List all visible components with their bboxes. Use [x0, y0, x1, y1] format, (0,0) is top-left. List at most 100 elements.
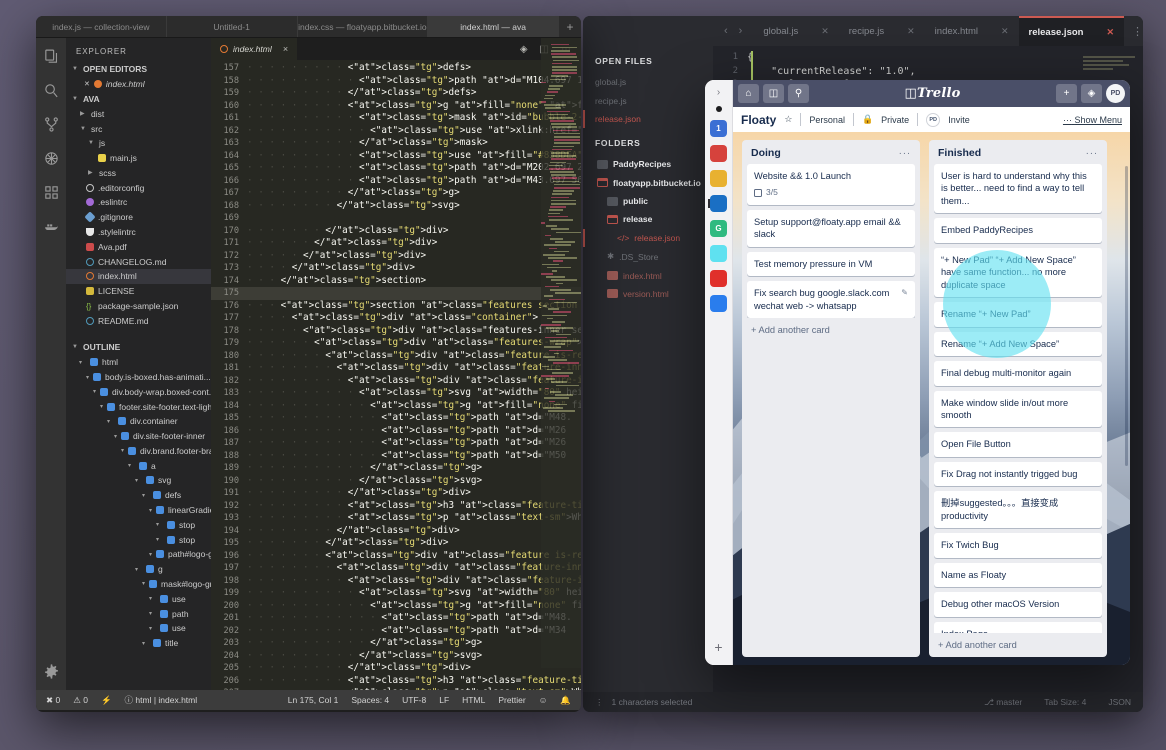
code-line[interactable]: 202 · · · · · · · · · · · · <"at">class="…: [211, 625, 581, 638]
outline-item[interactable]: ▾ path: [66, 606, 211, 621]
explorer-sidebar[interactable]: EXPLORER ▼ OPEN EDITORS ✕ index.html ▼ A…: [66, 38, 211, 690]
terminal-tab-2[interactable]: index.css — floatyapp.bitbucket.io: [298, 16, 429, 37]
list-item[interactable]: Final debug multi-monitor again: [934, 361, 1102, 386]
editor2-minimap[interactable]: [1079, 54, 1141, 72]
tree-item-editorconfig[interactable]: .editorconfig: [66, 180, 211, 195]
close-icon[interactable]: ✕: [1106, 27, 1114, 38]
docker-icon[interactable]: [43, 218, 60, 235]
file-info[interactable]: ⓘ html | index.html: [125, 694, 198, 706]
outline-section[interactable]: ▼ OUTLINE: [66, 340, 211, 355]
code-line[interactable]: 172 · · · · · </"at">class="tg">div>: [211, 250, 581, 263]
code-line[interactable]: 185 · · · · · · · · · · · · <"at">class="…: [211, 412, 581, 425]
tree-item-package-sample[interactable]: {} package-sample.json: [66, 299, 211, 314]
star-icon[interactable]: ☆: [784, 114, 792, 125]
code-line[interactable]: 173 · · · · </"at">class="tg">div>: [211, 262, 581, 275]
cursor-position[interactable]: Ln 175, Col 1: [288, 695, 339, 705]
code-line[interactable]: 207· · · · · · · · · <"at">class="tg">p …: [211, 687, 581, 690]
code-editor[interactable]: index.html × ◈ ◫ ⋯ 157 · · · · · · · · · …: [211, 38, 581, 690]
code-line[interactable]: 179 · · · · · · <"at">class="tg">div "at"…: [211, 337, 581, 350]
plus-icon[interactable]: +: [1056, 84, 1077, 103]
close-icon[interactable]: ✕: [907, 26, 915, 37]
code-line[interactable]: 174 · · · </"at">class="tg">section>: [211, 275, 581, 288]
branch-indicator[interactable]: ⎇ master: [984, 697, 1022, 708]
editor2-tab-3[interactable]: release.json ✕: [1018, 16, 1124, 46]
list-finished[interactable]: Finished ··· User is hard to understand …: [929, 140, 1128, 657]
code-line[interactable]: 203 · · · · · · · · · · · </"at">class="t…: [211, 637, 581, 650]
editor2-tab-1[interactable]: recipe.js ✕: [839, 16, 925, 46]
file-index-html[interactable]: index.html: [583, 266, 713, 284]
outline-item[interactable]: ▾ svg: [66, 473, 211, 488]
tree-item-dist[interactable]: ▶ dist: [66, 106, 211, 121]
code-line[interactable]: 206 · · · · · · · · · <"at">class="tg">h3…: [211, 675, 581, 688]
split-preview-icon[interactable]: ◈: [520, 44, 528, 55]
code-line[interactable]: 170 · · · · · · · </"at">class="tg">div>: [211, 225, 581, 238]
show-menu-group[interactable]: ··· Show Menu: [1063, 115, 1122, 125]
open-file-release-json[interactable]: release.json: [583, 109, 713, 129]
eol-setting[interactable]: LF: [439, 695, 449, 705]
home-icon[interactable]: ⌂: [738, 84, 759, 103]
tab-size-status[interactable]: Tab Size: 4: [1044, 697, 1086, 707]
list-item[interactable]: 刪掉suggested。。。直接变成 productivity: [934, 491, 1102, 529]
code-line[interactable]: 191 · · · · · · · · · </"at">class="tg">d…: [211, 487, 581, 500]
editor-tab-bar[interactable]: index.html × ◈ ◫ ⋯: [211, 38, 581, 60]
code-line[interactable]: 163 · · · · · · · · · · </"at">class="tg"…: [211, 137, 581, 150]
tree-item-readme[interactable]: README.md: [66, 313, 211, 328]
avatar[interactable]: PD: [1106, 84, 1125, 103]
open-file-global-js[interactable]: global.js: [583, 73, 713, 91]
code-line[interactable]: 168 · · · · · · · · </"at">class="tg">svg…: [211, 200, 581, 213]
board-lists[interactable]: Doing ··· Website && 1.0 Launch 3/5 Setu…: [733, 132, 1130, 665]
code-line[interactable]: 178 · · · · · <"at">class="tg">div "at">c…: [211, 325, 581, 338]
editor-tab-index-html[interactable]: index.html ×: [211, 38, 298, 60]
code-line[interactable]: 182 · · · · · · · · · <"at">class="tg">di…: [211, 375, 581, 388]
encoding-setting[interactable]: UTF-8: [402, 695, 426, 705]
outline-item[interactable]: ▾ div.container: [66, 414, 211, 429]
folder-paddyrecipes[interactable]: PaddyRecipes: [583, 155, 713, 173]
bulb-icon[interactable]: [710, 170, 727, 187]
tree-item-eslintrc[interactable]: .eslintrc: [66, 195, 211, 210]
outline-item[interactable]: ▾ use: [66, 591, 211, 606]
list-item[interactable]: User is hard to understand why this is b…: [934, 164, 1102, 214]
open-file-recipe-js[interactable]: recipe.js: [583, 91, 713, 109]
search-icon[interactable]: ⚲: [788, 84, 809, 103]
calendar-icon[interactable]: 1: [710, 120, 727, 137]
list-item[interactable]: Fix Drag not instantly trigged bug: [934, 461, 1102, 487]
code-line[interactable]: 159 · · · · · · · · · </"at">class="tg">d…: [211, 87, 581, 100]
folder-floatyapp[interactable]: floatyapp.bitbucket.io: [583, 174, 713, 192]
code-line[interactable]: 161 · · · · · · · · · · <"at">class="tg">…: [211, 112, 581, 125]
list-item[interactable]: Fix search bug google.slack.com wechat w…: [747, 281, 915, 319]
board-header[interactable]: Floaty ☆ Personal 🔒 Private PD Invite ··…: [733, 107, 1130, 132]
folder-release[interactable]: release: [583, 210, 713, 228]
outline-item[interactable]: ▾ stop: [66, 532, 211, 547]
more-actions-icon[interactable]: ⋮: [1124, 25, 1143, 38]
formatter-status[interactable]: Prettier: [498, 695, 525, 705]
boards-icon[interactable]: ◫: [763, 84, 784, 103]
list-item[interactable]: “+ New Pad” “+ Add New Space” have same …: [934, 247, 1102, 298]
search-icon[interactable]: [43, 82, 60, 99]
list-item[interactable]: Name as Floaty: [934, 562, 1102, 588]
tree-item-src[interactable]: ▼ src: [66, 121, 211, 136]
source-control-icon[interactable]: [43, 116, 60, 133]
list-header[interactable]: Finished ···: [929, 140, 1107, 164]
code-line[interactable]: 177 · · · · <"at">class="tg">div "at">cla…: [211, 312, 581, 325]
close-icon[interactable]: ✕: [1001, 26, 1009, 37]
activity-bar[interactable]: [36, 38, 66, 690]
code-line[interactable]: 162 · · · · · · · · · · · <"at">class="tg…: [211, 125, 581, 138]
code-line[interactable]: 184 · · · · · · · · · · · <"at">class="tg…: [211, 400, 581, 413]
outline-item[interactable]: ▾ mask#logo-gra...: [66, 577, 211, 592]
open-editor-index-html[interactable]: ✕ index.html: [66, 77, 211, 92]
editor2-tabstrip[interactable]: ‹ › global.js ✕ recipe.js ✕ index.html ✕…: [713, 16, 1143, 46]
close-icon[interactable]: ✕: [84, 80, 90, 88]
code-line[interactable]: 181 · · · · · · · · <"at">class="tg">div …: [211, 362, 581, 375]
language-status[interactable]: JSON: [1108, 697, 1131, 707]
code-line[interactable]: 188 · · · · · · · · · · · · <"at">class="…: [211, 450, 581, 463]
grammarly-icon[interactable]: G: [710, 220, 727, 237]
outline-item[interactable]: ▾ defs: [66, 488, 211, 503]
code-line[interactable]: 164 · · · · · · · · · · <"at">class="tg">…: [211, 150, 581, 163]
code-line[interactable]: 204 · · · · · · · · · · </"at">class="tg"…: [211, 650, 581, 663]
list-item[interactable]: Embed PaddyRecipes: [934, 218, 1102, 243]
list-item[interactable]: Rename “+ Add New Space”: [934, 331, 1102, 357]
code-line[interactable]: 199 · · · · · · · · · · <"at">class="tg">…: [211, 587, 581, 600]
add-card-button[interactable]: + Add another card: [742, 318, 920, 342]
code-line[interactable]: 176 · · · <"at">class="tg">section "at">c…: [211, 300, 581, 313]
tree-item-ava-pdf[interactable]: Ava.pdf: [66, 239, 211, 254]
